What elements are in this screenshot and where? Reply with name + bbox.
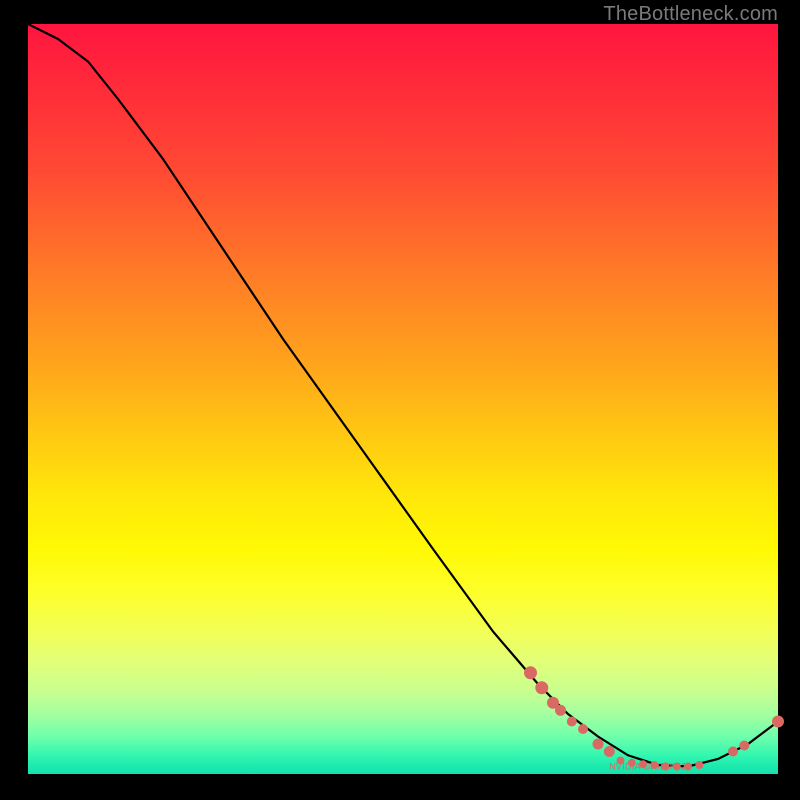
plot-area: NVIDIA GRID K520	[28, 24, 778, 774]
data-dot	[772, 716, 784, 728]
data-dot	[567, 717, 577, 727]
chart-stage: TheBottleneck.com NVIDIA GRID K520	[0, 0, 800, 800]
attribution-text: TheBottleneck.com	[603, 3, 778, 26]
data-dot	[535, 681, 548, 694]
data-dot	[695, 761, 703, 769]
data-dot	[555, 705, 566, 716]
bottleneck-curve	[28, 24, 778, 767]
data-dot	[604, 746, 615, 757]
data-dot	[524, 666, 537, 679]
data-dot	[593, 739, 604, 750]
data-dots	[524, 666, 784, 770]
series-label: NVIDIA GRID K520	[609, 762, 692, 772]
data-dot	[728, 747, 738, 757]
data-dot	[739, 741, 749, 751]
data-dot	[578, 724, 588, 734]
chart-svg: NVIDIA GRID K520	[28, 24, 778, 774]
